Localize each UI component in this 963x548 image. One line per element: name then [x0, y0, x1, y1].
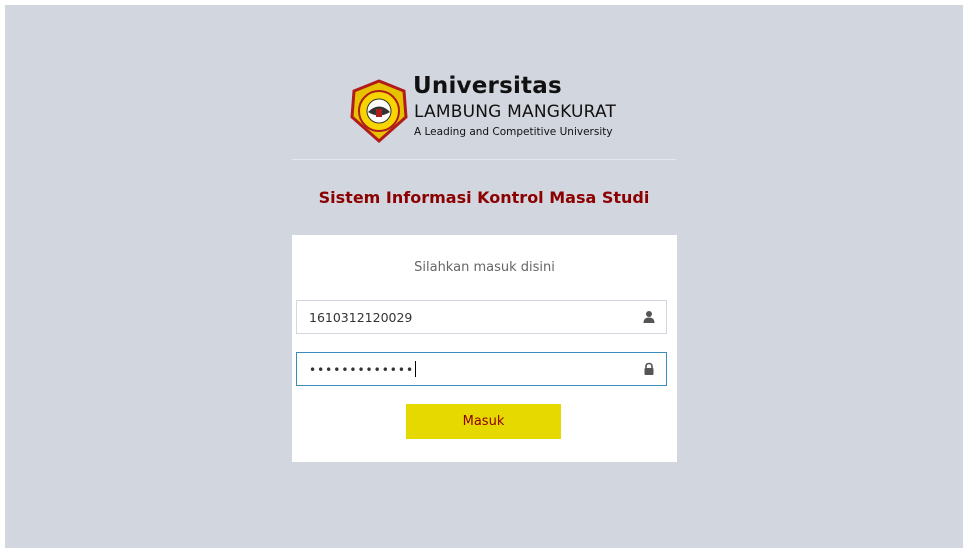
login-message: Silahkan masuk disini — [414, 260, 555, 275]
header-divider — [292, 159, 676, 160]
brand-tagline: A Leading and Competitive University — [414, 126, 613, 138]
university-logo: Universitas LAMBUNG MANGKURAT A Leading … — [350, 73, 650, 145]
lock-icon — [644, 362, 654, 375]
login-box: Silahkan masuk disini ••••••••••••• Masu… — [292, 235, 677, 462]
brand-subname: LAMBUNG MANGKURAT — [414, 102, 617, 122]
username-input[interactable] — [297, 301, 639, 333]
username-field[interactable] — [296, 300, 667, 334]
text-caret — [415, 361, 417, 377]
app-title: Sistem Informasi Kontrol Masa Studi — [318, 188, 650, 207]
brand-name: Universitas — [413, 73, 562, 99]
password-mask: ••••••••••••• — [309, 363, 415, 377]
university-seal-icon — [350, 79, 408, 143]
login-button[interactable]: Masuk — [406, 404, 561, 439]
user-icon — [643, 311, 655, 323]
password-input[interactable]: ••••••••••••• — [309, 361, 417, 377]
password-field[interactable]: ••••••••••••• — [296, 352, 667, 386]
login-page: Universitas LAMBUNG MANGKURAT A Leading … — [5, 5, 963, 548]
